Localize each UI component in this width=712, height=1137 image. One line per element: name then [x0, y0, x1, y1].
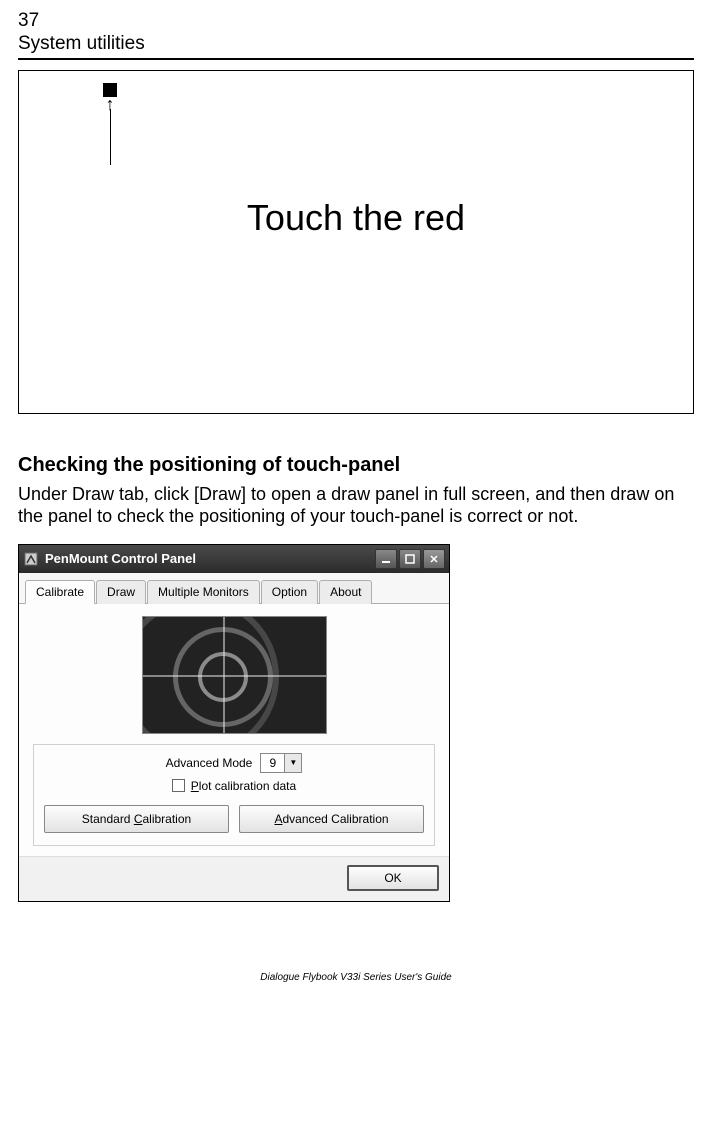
tab-draw[interactable]: Draw	[96, 580, 146, 604]
calibration-preview-icon	[142, 616, 327, 734]
dialog-footer: OK	[19, 856, 449, 901]
advanced-mode-label: Advanced Mode	[166, 756, 253, 770]
tab-about[interactable]: About	[319, 580, 372, 604]
tab-calibrate[interactable]: Calibrate	[25, 580, 95, 604]
tab-multiple-monitors[interactable]: Multiple Monitors	[147, 580, 260, 604]
page-number: 37	[18, 10, 694, 33]
advanced-calibration-button[interactable]: Advanced Calibration	[239, 805, 424, 833]
calibration-figure: ↑ Touch the red	[18, 70, 694, 414]
dialog-title: PenMount Control Panel	[45, 551, 375, 566]
arrow-up-icon: ↑	[101, 99, 119, 109]
advanced-mode-select[interactable]: 9 ▼	[260, 753, 302, 773]
chevron-down-icon[interactable]: ▼	[285, 754, 301, 772]
subsection-heading: Checking the positioning of touch-panel	[18, 454, 694, 477]
close-button[interactable]	[423, 549, 445, 569]
subsection-body: Under Draw tab, click [Draw] to open a d…	[18, 483, 694, 528]
titlebar: PenMount Control Panel	[19, 545, 449, 573]
minimize-button[interactable]	[375, 549, 397, 569]
plot-calibration-label: Plot calibration data	[191, 779, 296, 793]
standard-calibration-button[interactable]: Standard Calibration	[44, 805, 229, 833]
calibration-target-icon: ↑	[101, 83, 119, 165]
app-icon	[23, 551, 39, 567]
calibration-instruction: Touch the red	[19, 197, 693, 239]
tab-option[interactable]: Option	[261, 580, 318, 604]
advanced-mode-value: 9	[261, 754, 285, 772]
ok-button[interactable]: OK	[347, 865, 439, 891]
section-title: System utilities	[18, 33, 694, 60]
plot-calibration-checkbox[interactable]	[172, 779, 185, 792]
options-group: Advanced Mode 9 ▼ Plot calibration data …	[33, 744, 435, 846]
tab-row: Calibrate Draw Multiple Monitors Option …	[19, 573, 449, 604]
tab-content: Advanced Mode 9 ▼ Plot calibration data …	[19, 604, 449, 856]
penmount-dialog: PenMount Control Panel Calibrate Draw Mu…	[18, 544, 450, 902]
maximize-button[interactable]	[399, 549, 421, 569]
page-footer: Dialogue Flybook V33i Series User's Guid…	[18, 972, 694, 995]
